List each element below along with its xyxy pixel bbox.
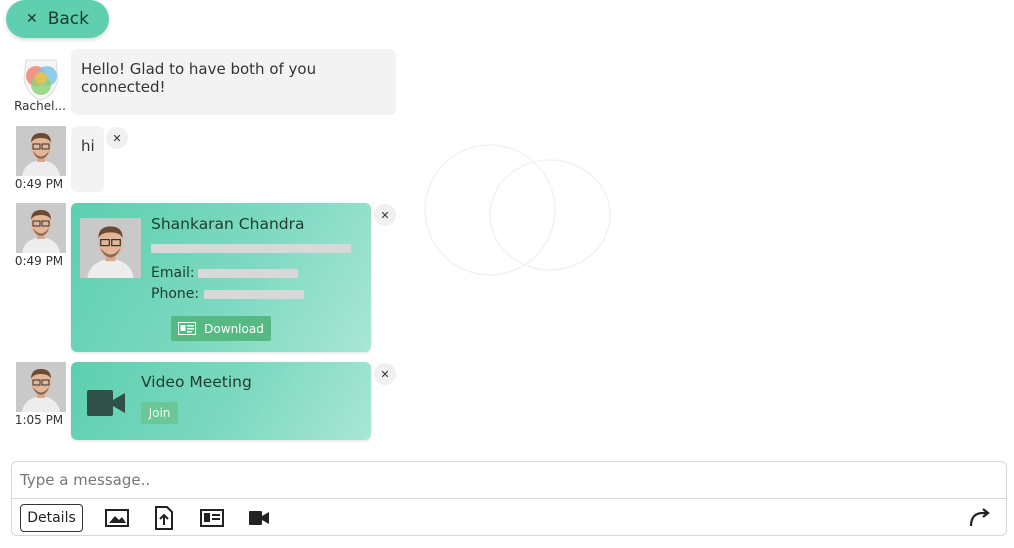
delete-message-button[interactable]: ✕	[374, 363, 396, 385]
redacted-email	[198, 269, 298, 278]
contact-card-button[interactable]	[199, 505, 225, 531]
delete-message-button[interactable]: ✕	[374, 204, 396, 226]
image-button[interactable]	[104, 505, 130, 531]
contact-photo	[80, 218, 141, 278]
download-label: Download	[204, 321, 264, 336]
message-bubble: Hello! Glad to have both of you connecte…	[71, 49, 396, 115]
contact-card-icon	[178, 322, 197, 335]
download-button[interactable]: Download	[171, 316, 271, 341]
join-label: Join	[148, 406, 171, 420]
back-label: Back	[47, 9, 89, 29]
email-label: Email:	[151, 265, 195, 281]
meeting-title: Video Meeting	[141, 373, 252, 391]
delete-message-button[interactable]: ✕	[106, 127, 128, 149]
sender-name: Rachel...	[14, 99, 66, 113]
contact-card-icon	[200, 509, 224, 527]
redo-button[interactable]	[967, 505, 993, 531]
phone-label: Phone:	[151, 286, 200, 302]
video-meeting-card: Video Meeting Join	[71, 362, 371, 440]
back-button[interactable]: ✕ Back	[6, 0, 109, 38]
avatar-group	[16, 54, 66, 104]
details-label: Details	[27, 510, 76, 526]
message-bubble: hi	[71, 126, 104, 192]
redacted-phone	[204, 290, 304, 299]
image-icon	[105, 509, 129, 527]
message-time: 0:49 PM	[14, 254, 64, 268]
video-camera-icon	[249, 511, 269, 525]
group-avatar-icon	[23, 59, 59, 101]
close-icon: ✕	[25, 11, 38, 27]
redo-icon	[969, 508, 990, 527]
avatar	[16, 203, 66, 253]
contact-card: Shankaran Chandra Email: Phone: Download	[71, 203, 371, 352]
message-text: Hello! Glad to have both of you connecte…	[81, 60, 317, 96]
upload-button[interactable]	[154, 505, 174, 531]
redacted-field	[151, 244, 351, 253]
avatar	[16, 362, 66, 412]
video-camera-icon	[87, 390, 125, 416]
video-call-button[interactable]	[248, 505, 270, 531]
message-composer: Details	[11, 461, 1007, 536]
message-text: hi	[81, 137, 95, 155]
details-button[interactable]: Details	[20, 504, 83, 532]
message-input[interactable]	[12, 462, 1006, 499]
upload-icon	[155, 506, 173, 530]
watermark-graphic	[424, 144, 611, 276]
contact-name: Shankaran Chandra	[151, 215, 305, 233]
message-time: 1:05 PM	[14, 413, 64, 427]
join-button[interactable]: Join	[141, 402, 178, 424]
avatar	[16, 126, 66, 176]
message-time: 0:49 PM	[14, 177, 64, 191]
